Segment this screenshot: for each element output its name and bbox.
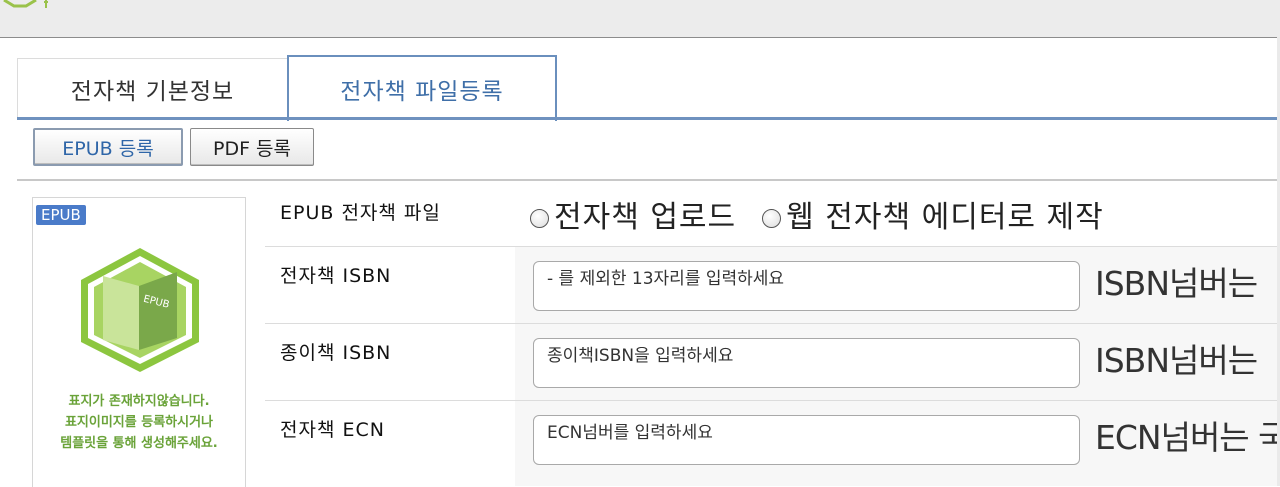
ebook-ecn-hint: ECN넘버는 국 — [1095, 418, 1280, 457]
epub-register-button[interactable]: EPUB 등록 — [33, 128, 183, 166]
no-cover-line-3: 템플릿을 통해 생성해주세요. — [60, 436, 218, 451]
tab-ebook-file-registration[interactable]: 전자책 파일등록 — [287, 55, 557, 121]
no-cover-line-2: 표지이미지를 등록하시거나 — [64, 415, 214, 430]
web-editor-radio[interactable] — [762, 208, 782, 228]
no-cover-line-1: 표지가 존재하지않습니다. — [68, 394, 210, 409]
ebook-isbn-hint: ISBN넘버는 — [1095, 264, 1258, 303]
ebook-isbn-input[interactable] — [533, 261, 1080, 311]
web-editor-label[interactable]: 웹 전자책 에디터로 제작 — [786, 192, 1104, 236]
tab-ebook-basic-info[interactable]: 전자책 기본정보 — [17, 58, 288, 119]
epub-file-row: EPUB 전자책 파일 전자책 업로드 웹 전자책 에디터로 제작 — [265, 184, 1280, 247]
paper-isbn-label: 종이책 ISBN — [280, 342, 392, 364]
epub-file-label: EPUB 전자책 파일 — [280, 202, 441, 224]
epub-book-icon: EPUB — [81, 248, 199, 372]
tab-underline — [17, 117, 1280, 120]
no-cover-message: 표지가 존재하지않습니다. 표지이미지를 등록하시거나 템플릿을 통해 생성해주… — [33, 391, 245, 454]
site-logo-fragment — [3, 0, 48, 8]
upload-ebook-radio[interactable] — [530, 208, 549, 228]
section-divider — [17, 179, 1280, 181]
ebook-ecn-label: 전자책 ECN — [280, 419, 385, 441]
epub-file-source-options: 전자책 업로드 웹 전자책 에디터로 제작 — [530, 192, 1104, 236]
epub-badge: EPUB — [36, 205, 86, 225]
ebook-ecn-row: 전자책 ECN ECN넘버는 국 — [265, 401, 1280, 486]
tab-bar: 전자책 기본정보 전자책 파일등록 — [17, 55, 1280, 121]
ebook-isbn-row: 전자책 ISBN ISBN넘버는 — [265, 247, 1280, 324]
paper-isbn-row: 종이책 ISBN ISBN넘버는 — [265, 324, 1280, 401]
upload-ebook-label[interactable]: 전자책 업로드 — [554, 192, 736, 236]
cover-preview-panel: EPUB EPUB 표지가 존재하지않습니다. 표지이미지를 등록하시거나 템플… — [32, 197, 246, 487]
pdf-register-button[interactable]: PDF 등록 — [190, 128, 314, 166]
top-header-bar — [0, 0, 1280, 38]
ebook-isbn-label: 전자책 ISBN — [280, 265, 392, 287]
paper-isbn-hint: ISBN넘버는 — [1095, 341, 1258, 380]
paper-isbn-input[interactable] — [533, 338, 1080, 388]
ebook-ecn-input[interactable] — [533, 415, 1080, 465]
